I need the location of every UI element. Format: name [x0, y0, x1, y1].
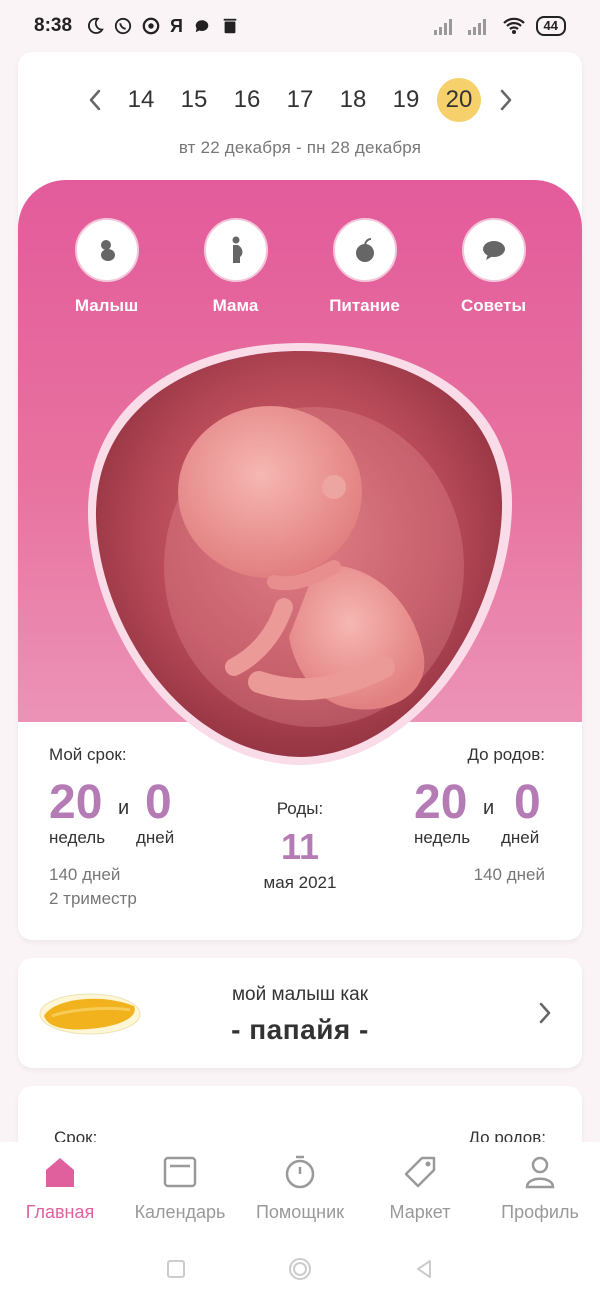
back-button[interactable]: [412, 1257, 436, 1281]
tab-label: Маркет: [389, 1202, 451, 1222]
tab-profile[interactable]: Профиль: [480, 1154, 600, 1223]
tab-market[interactable]: Маркет: [360, 1154, 480, 1223]
until-weeks-value: 20: [414, 776, 468, 829]
timer-icon: [285, 1155, 315, 1189]
section-label: Советы: [461, 296, 526, 315]
status-time: 8:38: [34, 15, 73, 36]
section-label: Мама: [212, 296, 259, 315]
baby-size-card[interactable]: мой малыш как - папайя -: [18, 958, 582, 1068]
notification-icons: Я: [86, 16, 239, 37]
section-tips[interactable]: Советы: [439, 218, 549, 316]
profile-icon: [525, 1156, 555, 1189]
baby-size-caption: мой малыш как: [231, 984, 369, 1005]
system-status: 44: [433, 16, 566, 36]
until-days-unit: дней: [501, 828, 540, 847]
baby-icon: [100, 240, 115, 261]
birth-label: Роды:: [276, 799, 324, 818]
week-20-selected[interactable]: 20: [437, 78, 481, 122]
section-label: Питание: [329, 296, 400, 315]
until-total-days: 140 дней: [473, 865, 545, 884]
whatsapp-icon: [114, 17, 132, 35]
tab-calendar[interactable]: Календарь: [120, 1154, 240, 1223]
mom-button[interactable]: [203, 218, 268, 282]
status-bar: 8:38 Я 44: [0, 0, 600, 52]
signal-icon: [467, 19, 486, 35]
nutrition-button[interactable]: [332, 218, 397, 282]
fetus-illustration: [87, 343, 513, 765]
pregnancy-overview-card: 14 15 16 17 18 19 20 вт 22 декабря - пн …: [18, 52, 582, 940]
tab-label: Главная: [25, 1202, 95, 1222]
speech-bubble-icon: [482, 241, 505, 260]
home-icon: [46, 1158, 74, 1187]
week-19[interactable]: 19: [384, 78, 428, 122]
pregnant-icon: [232, 236, 242, 263]
tab-home[interactable]: Главная: [0, 1154, 120, 1223]
wifi-icon: [502, 17, 525, 34]
chevron-left-icon: [89, 89, 100, 111]
until-days-value: 0: [514, 776, 541, 829]
chevron-right-icon: [539, 1002, 551, 1024]
week-17[interactable]: 17: [278, 78, 322, 122]
until-and-label: и: [483, 797, 495, 819]
previous-week-button[interactable]: [75, 80, 115, 120]
tab-label: Профиль: [501, 1202, 579, 1222]
baby-button[interactable]: [74, 218, 139, 282]
section-mom[interactable]: Мама: [181, 218, 291, 316]
week-14[interactable]: 14: [119, 78, 163, 122]
apple-icon: [355, 238, 374, 262]
my-term-label: Мой срок:: [49, 745, 127, 764]
calendar-icon: [163, 1156, 197, 1188]
section-baby[interactable]: Малыш: [52, 218, 162, 316]
week-16[interactable]: 16: [225, 78, 269, 122]
section-nutrition[interactable]: Питание: [310, 218, 420, 316]
tab-label: Помощник: [255, 1202, 344, 1222]
home-system-button[interactable]: [288, 1257, 312, 1281]
week-18[interactable]: 18: [331, 78, 375, 122]
chevron-right-icon: [500, 89, 511, 111]
section-label: Малыш: [74, 296, 139, 315]
next-week-button[interactable]: [486, 80, 526, 120]
system-navigation: [0, 1238, 600, 1299]
section-nav: Малыш Мама Питание Советы: [18, 218, 582, 316]
tips-button[interactable]: [461, 218, 526, 282]
tag-icon: [404, 1156, 436, 1188]
until-weeks-unit: недель: [414, 828, 471, 847]
week-15[interactable]: 15: [172, 78, 216, 122]
baby-size-fruit: - папайя -: [231, 1014, 369, 1045]
moon-icon: [88, 17, 104, 34]
week-date-range: вт 22 декабря - пн 28 декабря: [178, 138, 422, 157]
bottom-navigation: Главная Календарь Помощник Маркет Профил…: [0, 1142, 600, 1238]
birth-day-value: 11: [280, 826, 320, 867]
until-birth-label: До родов:: [467, 745, 545, 764]
trash-icon: [223, 18, 237, 34]
recent-apps-button[interactable]: [164, 1257, 188, 1281]
tab-assistant[interactable]: Помощник: [240, 1154, 360, 1223]
yandex-icon: Я: [170, 15, 183, 36]
signal-icon: [433, 19, 452, 35]
chrome-icon: [142, 17, 160, 35]
week-selector: 14 15 16 17 18 19 20: [18, 74, 582, 126]
battery-indicator: 44: [535, 16, 566, 36]
tab-label: Календарь: [134, 1202, 226, 1222]
chat-icon: [195, 20, 209, 33]
